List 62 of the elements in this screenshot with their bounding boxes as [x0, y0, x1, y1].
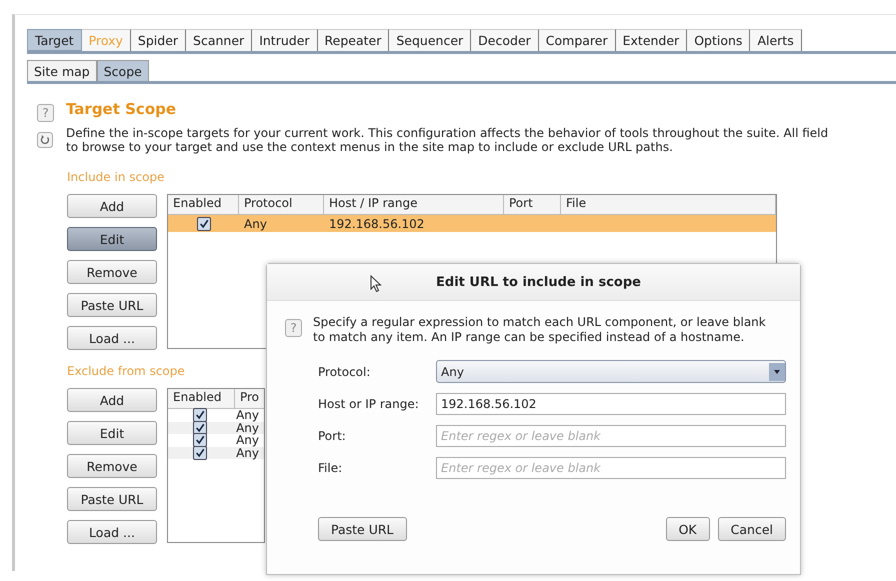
table-cell: Any — [244, 216, 267, 230]
dialog-button[interactable]: OK — [666, 517, 710, 541]
table-cell: Any — [236, 433, 259, 448]
input-field[interactable]: 192.168.56.102 — [436, 393, 786, 415]
table-cell: 192.168.56.102 — [329, 216, 424, 230]
column-header[interactable]: Enabled — [168, 195, 239, 214]
table-row[interactable]: Any — [168, 422, 264, 434]
description-text: Define the in-scope targets for your current work. This configuration affects the behavior of tools throughout the suite. All field — [66, 126, 828, 140]
column-header[interactable]: Protocol — [239, 195, 324, 214]
action-button[interactable]: Load ... — [67, 326, 157, 350]
action-button[interactable]: Edit — [67, 227, 157, 251]
action-button[interactable]: Add — [67, 194, 157, 218]
dialog-title: Edit URL to include in scope — [436, 274, 641, 290]
input-field[interactable]: Enter regex or leave blank — [436, 457, 786, 479]
cursor-icon — [370, 275, 382, 293]
field-label: Protocol: — [318, 364, 372, 378]
checkbox[interactable] — [192, 433, 207, 448]
table-cell: Any — [236, 446, 259, 460]
checkbox[interactable] — [192, 408, 207, 422]
checkbox[interactable] — [192, 446, 207, 460]
action-button[interactable]: Paste URL — [67, 487, 157, 511]
field-label: Host or IP range: — [318, 397, 420, 411]
description-text: to browse to your target and use the context menus in the site map to include or exclude URL paths. — [66, 140, 674, 154]
column-header[interactable]: Pro — [234, 389, 264, 408]
tab[interactable]: Alerts — [750, 29, 802, 51]
checkbox[interactable] — [196, 216, 210, 230]
refresh-icon[interactable] — [37, 132, 53, 148]
tab[interactable]: Extender — [616, 29, 688, 51]
action-button[interactable]: Paste URL — [67, 293, 157, 317]
dialog-button[interactable]: Cancel — [718, 517, 786, 541]
column-header[interactable]: File — [561, 195, 776, 214]
table-row[interactable]: Any 192.168.56.102 — [168, 215, 776, 232]
tab[interactable]: Comparer — [538, 29, 616, 51]
tab[interactable]: Spider — [130, 29, 186, 51]
table-row[interactable]: Any — [168, 446, 264, 459]
action-button[interactable]: Add — [67, 388, 157, 412]
section-label: Include in scope — [67, 170, 164, 184]
action-button[interactable]: Remove — [67, 454, 157, 478]
protocol-dropdown[interactable]: Any — [436, 360, 786, 383]
field-label: Port: — [318, 429, 347, 443]
tab[interactable]: Decoder — [471, 29, 539, 51]
paste-url-button[interactable]: Paste URL — [318, 517, 407, 541]
table-cell: Any — [236, 420, 259, 435]
section-label: Exclude from scope — [67, 364, 185, 378]
tab[interactable]: Sequencer — [389, 29, 472, 51]
tab[interactable]: Scope — [96, 60, 149, 81]
action-button[interactable]: Remove — [67, 260, 157, 284]
tab[interactable]: Target — [27, 29, 82, 51]
table-cell: Any — [236, 408, 259, 422]
tab[interactable]: Intruder — [252, 29, 318, 51]
field-label: File: — [318, 461, 344, 475]
input-field[interactable]: Enter regex or leave blank — [436, 425, 786, 447]
column-header[interactable]: Host / IP range — [324, 195, 504, 214]
tab[interactable]: Repeater — [318, 29, 390, 51]
column-header[interactable]: Port — [504, 195, 561, 214]
tab[interactable]: Scanner — [186, 29, 252, 51]
tab[interactable]: Site map — [27, 60, 97, 81]
section-title: Target Scope — [66, 100, 178, 118]
action-button[interactable]: Load ... — [67, 520, 157, 544]
tab[interactable]: Options — [687, 29, 750, 51]
action-button[interactable]: Edit — [67, 421, 157, 445]
dialog-message: Specify a regular expression to match each URL component, or leave blank to match any item. An IP range can be specified instead of a hostname. — [313, 315, 767, 345]
